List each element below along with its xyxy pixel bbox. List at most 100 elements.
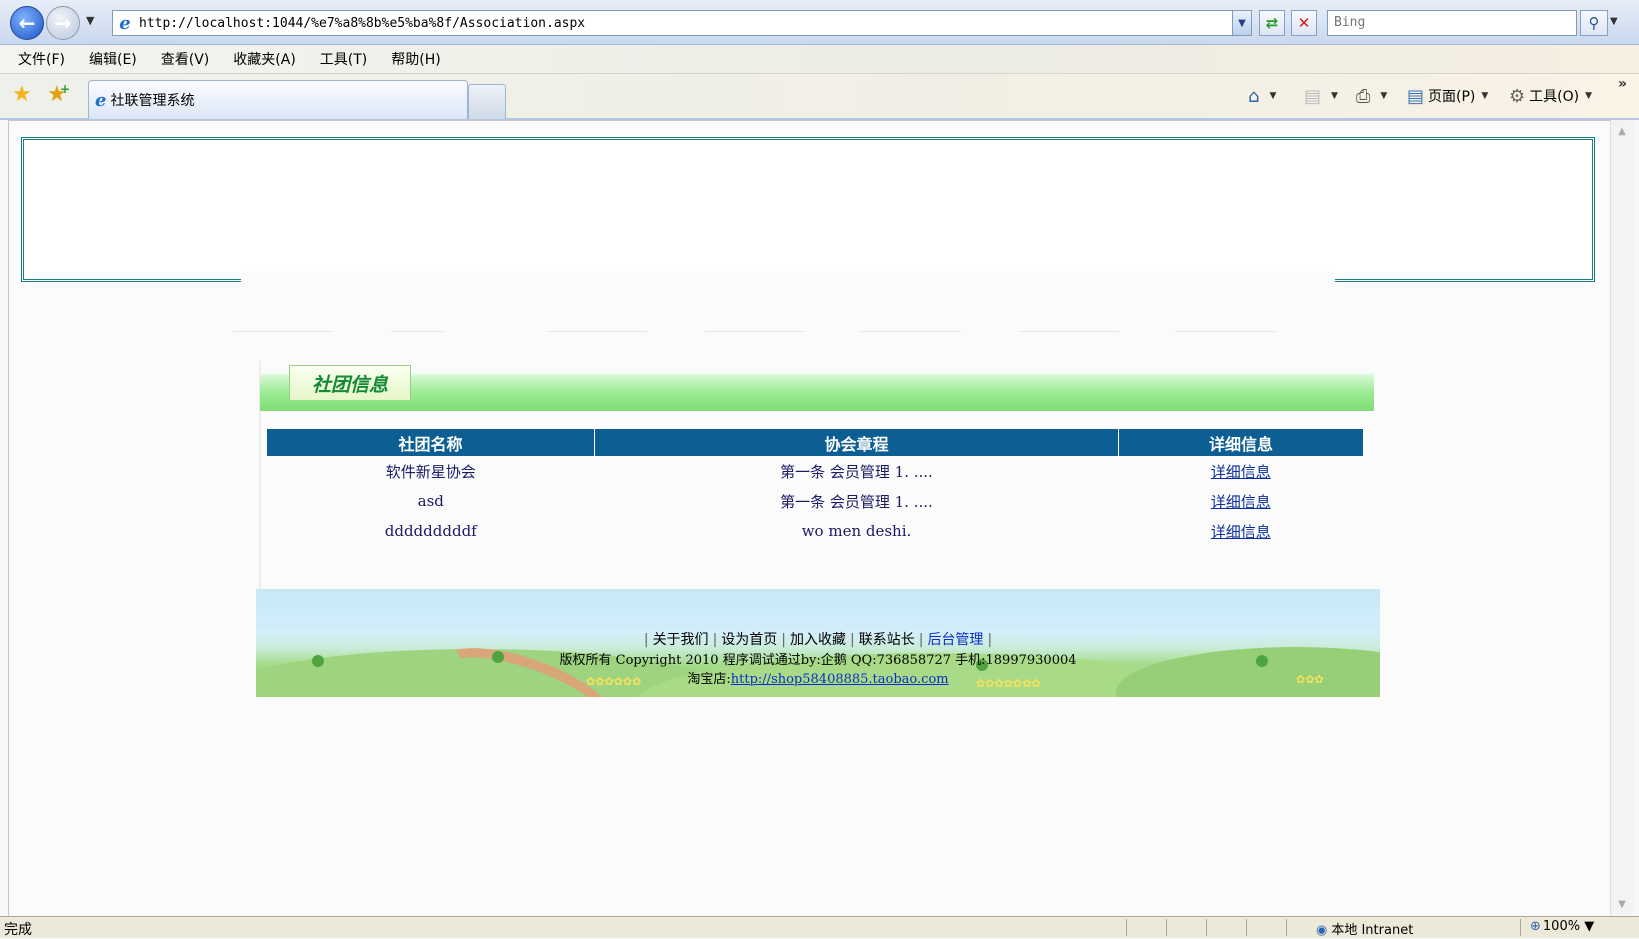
section-title: 社团信息 xyxy=(289,365,411,400)
footer-banner: ✿✿✿✿✿✿ ✿✿✿✿✿✿✿ ✿✿✿ | 关于我们 | 设为首页 | 加入收藏 | 联系站长 |… xyxy=(256,589,1380,697)
vertical-scrollbar[interactable]: ▲ ▼ xyxy=(1610,120,1633,915)
footer-link-set-home[interactable]: 设为首页 xyxy=(721,632,777,648)
chevron-down-icon[interactable]: ▼ xyxy=(1481,91,1488,101)
status-divider xyxy=(1126,919,1127,936)
address-bar-row: ← → ▼ e http://localhost:1044/%e7%a8%8b%… xyxy=(0,0,1639,45)
more-commands-icon[interactable]: » xyxy=(1618,76,1627,92)
stop-icon: ✕ xyxy=(1297,14,1311,32)
page-content: 社团信息 社团名称 协会章程 详细信息 软件新星协会 第一条 会员管理 1. .… xyxy=(8,120,1612,917)
table-row: dddddddddf wo men deshi. 详细信息 xyxy=(267,516,1363,546)
footer-link-add-favorite[interactable]: 加入收藏 xyxy=(790,632,846,648)
tools-menu-button[interactable]: ⚙ 工具(O) ▼ xyxy=(1509,84,1592,108)
ie-tab-icon: e xyxy=(95,89,107,111)
rss-icon: ▤ xyxy=(1304,85,1322,107)
nav-divider xyxy=(547,331,647,332)
tools-menu-label: 工具(O) xyxy=(1529,89,1580,105)
favorites-star-icon[interactable]: ★ xyxy=(12,82,32,107)
nav-divider xyxy=(705,331,805,332)
nav-divider xyxy=(391,331,443,332)
table-header-row: 社团名称 协会章程 详细信息 xyxy=(267,429,1363,456)
printer-icon: ⎙ xyxy=(1356,85,1371,107)
address-dropdown-icon[interactable]: ▼ xyxy=(1232,11,1251,35)
status-divider xyxy=(1246,919,1247,936)
nav-divider xyxy=(1175,331,1275,332)
menu-favorites[interactable]: 收藏夹(A) xyxy=(233,49,296,69)
ie-page-icon: e xyxy=(119,12,131,34)
magnifier-icon: ⚲ xyxy=(1588,14,1600,32)
tab-title: 社联管理系统 xyxy=(110,93,195,109)
footer-copyright: 版权所有 Copyright 2010 程序调试通过by:企鹅 QQ:73685… xyxy=(559,653,1077,668)
forward-button[interactable]: → xyxy=(46,6,80,40)
association-charter: wo men deshi. xyxy=(801,522,912,540)
back-button[interactable]: ← xyxy=(10,6,44,40)
shop-label: 淘宝店: xyxy=(687,672,731,687)
menu-tools[interactable]: 工具(T) xyxy=(320,49,367,69)
chevron-down-icon[interactable]: ▼ xyxy=(1380,91,1387,101)
recent-pages-dropdown-icon[interactable]: ▼ xyxy=(86,14,94,27)
nav-divider xyxy=(233,331,333,332)
print-button[interactable]: ⎙ ▼ xyxy=(1356,84,1387,108)
forward-arrow-icon: → xyxy=(54,11,72,35)
footer-link-contact[interactable]: 联系站长 xyxy=(859,632,915,648)
nav-divider xyxy=(1019,331,1119,332)
detail-cell: 详细信息 xyxy=(1119,486,1364,516)
url-text[interactable]: http://localhost:1044/%e7%a8%8b%e5%ba%8f… xyxy=(139,16,585,31)
detail-link[interactable]: 详细信息 xyxy=(1211,463,1271,481)
footer-link-about[interactable]: 关于我们 xyxy=(653,632,709,648)
home-button[interactable]: ⌂ ▼ xyxy=(1248,84,1276,108)
back-arrow-icon: ← xyxy=(18,11,36,35)
association-name: asd xyxy=(417,492,444,510)
search-box[interactable] xyxy=(1327,10,1577,36)
page-menu-button[interactable]: ▤ 页面(P) ▼ xyxy=(1407,84,1488,108)
detail-cell: 详细信息 xyxy=(1119,456,1364,486)
detail-cell: 详细信息 xyxy=(1119,516,1364,546)
status-divider xyxy=(1286,919,1287,936)
menu-view[interactable]: 查看(V) xyxy=(161,49,210,69)
association-charter: 第一条 会员管理 1. .... xyxy=(780,492,933,511)
security-zone[interactable]: ◉ 本地 Intranet xyxy=(1316,919,1413,938)
tab-active[interactable]: e 社联管理系统 xyxy=(88,80,468,119)
detail-link[interactable]: 详细信息 xyxy=(1211,523,1271,541)
detail-link[interactable]: 详细信息 xyxy=(1211,493,1271,511)
refresh-button[interactable]: ⇄ xyxy=(1259,10,1285,36)
zoom-control[interactable]: ⊕ 100% ▼ xyxy=(1530,919,1594,934)
association-table: 社团名称 协会章程 详细信息 软件新星协会 第一条 会员管理 1. .... 详… xyxy=(267,429,1363,546)
address-field[interactable]: e http://localhost:1044/%e7%a8%8b%e5%ba%… xyxy=(112,10,1252,36)
chevron-down-icon[interactable]: ▼ xyxy=(1585,91,1592,101)
footer-links: | 关于我们 | 设为首页 | 加入收藏 | 联系站长 | 后台管理 | xyxy=(643,632,993,648)
zoom-level: 100% xyxy=(1542,919,1581,934)
zoom-icon: ⊕ xyxy=(1530,919,1541,934)
column-header-detail: 详细信息 xyxy=(1118,429,1363,456)
status-divider xyxy=(1166,919,1167,936)
menu-file[interactable]: 文件(F) xyxy=(18,49,65,69)
tab-bar: ★ ★ + e 社联管理系统 ⌂ ▼ ▤ ▼ ⎙ ▼ ▤ 页面(P) ▼ ⚙ 工具(O) ▼ … xyxy=(0,74,1639,120)
footer-link-admin[interactable]: 后台管理 xyxy=(927,632,983,648)
add-plus-icon: + xyxy=(60,82,71,96)
status-divider xyxy=(1520,919,1521,936)
refresh-icon: ⇄ xyxy=(1265,14,1279,32)
association-name: 软件新星协会 xyxy=(385,462,476,481)
feeds-button[interactable]: ▤ ▼ xyxy=(1304,84,1338,108)
banner-gap xyxy=(241,271,1335,285)
menu-help[interactable]: 帮助(H) xyxy=(391,49,440,69)
section-header-bar xyxy=(260,373,1374,411)
shop-link[interactable]: http://shop58408885.taobao.com xyxy=(731,672,949,687)
chevron-down-icon[interactable]: ▼ xyxy=(1331,91,1338,101)
search-input[interactable] xyxy=(1328,11,1576,33)
search-button[interactable]: ⚲ xyxy=(1580,10,1608,36)
column-header-name: 社团名称 xyxy=(267,429,595,456)
table-row: asd 第一条 会员管理 1. .... 详细信息 xyxy=(267,486,1363,516)
status-text: 完成 xyxy=(4,922,32,938)
footer-shop: 淘宝店:http://shop58408885.taobao.com xyxy=(256,668,1380,687)
association-name: dddddddddf xyxy=(384,522,477,540)
table-row: 软件新星协会 第一条 会员管理 1. .... 详细信息 xyxy=(267,456,1363,486)
scroll-up-icon[interactable]: ▲ xyxy=(1613,122,1631,140)
menu-edit[interactable]: 编辑(E) xyxy=(89,49,137,69)
page-menu-label: 页面(P) xyxy=(1428,89,1476,105)
nav-divider xyxy=(861,331,961,332)
stop-button[interactable]: ✕ xyxy=(1291,10,1317,36)
search-options-dropdown-icon[interactable]: ▼ xyxy=(1610,16,1618,27)
scroll-down-icon[interactable]: ▼ xyxy=(1613,895,1631,913)
new-tab-button[interactable] xyxy=(468,84,506,119)
chevron-down-icon[interactable]: ▼ xyxy=(1269,91,1276,101)
